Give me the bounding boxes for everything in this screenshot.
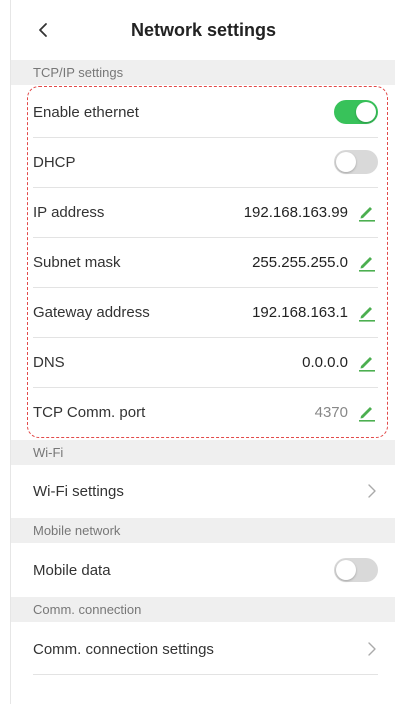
enable-ethernet-toggle[interactable] [334, 100, 378, 124]
dns-row[interactable]: DNS 0.0.0.0 [33, 337, 378, 387]
gateway-row[interactable]: Gateway address 192.168.163.1 [33, 287, 378, 337]
divider [33, 674, 378, 675]
pencil-icon [359, 257, 375, 272]
ip-address-label: IP address [33, 203, 105, 221]
tcp-port-value: 4370 [314, 403, 348, 421]
chevron-right-icon [366, 641, 378, 657]
page-title: Network settings [130, 19, 277, 40]
pencil-icon [359, 207, 375, 222]
edit-gateway-button[interactable] [356, 301, 378, 323]
chevron-right-icon [366, 483, 378, 499]
app-header: Network settings [11, 0, 395, 60]
edit-tcp-port-button[interactable] [356, 401, 378, 423]
subnet-mask-value: 255.255.255.0 [252, 253, 348, 271]
wifi-settings-label: Wi-Fi settings [33, 482, 124, 500]
dns-label: DNS [33, 353, 65, 371]
dhcp-row: DHCP [33, 137, 378, 187]
dhcp-toggle[interactable] [334, 150, 378, 174]
subnet-mask-row[interactable]: Subnet mask 255.255.255.0 [33, 237, 378, 287]
wifi-settings-row[interactable]: Wi-Fi settings [33, 466, 378, 516]
gateway-label: Gateway address [33, 303, 150, 321]
settings-screen: Network settings TCP/IP settings Enable … [10, 0, 395, 704]
edit-subnet-mask-button[interactable] [356, 251, 378, 273]
dns-value: 0.0.0.0 [302, 353, 348, 371]
enable-ethernet-row: Enable ethernet [33, 87, 378, 137]
section-header-wifi: Wi-Fi [11, 440, 395, 465]
pencil-icon [359, 407, 375, 422]
toggle-knob [356, 102, 376, 122]
subnet-mask-label: Subnet mask [33, 253, 121, 271]
comm-connection-settings-label: Comm. connection settings [33, 640, 214, 658]
pencil-icon [359, 357, 375, 372]
mobile-data-row: Mobile data [33, 545, 378, 595]
section-header-mobile: Mobile network [11, 518, 395, 543]
toggle-knob [336, 152, 356, 172]
edit-dns-button[interactable] [356, 351, 378, 373]
tcp-port-label: TCP Comm. port [33, 403, 146, 421]
enable-ethernet-label: Enable ethernet [33, 103, 139, 121]
comm-connection-settings-row[interactable]: Comm. connection settings [33, 624, 378, 674]
section-header-tcpip: TCP/IP settings [11, 60, 395, 85]
toggle-knob [336, 560, 356, 580]
mobile-data-toggle[interactable] [334, 558, 378, 582]
edit-ip-address-button[interactable] [356, 201, 378, 223]
mobile-data-label: Mobile data [33, 561, 111, 579]
section-header-comm: Comm. connection [11, 597, 395, 622]
pencil-icon [359, 307, 375, 322]
tcp-port-row[interactable]: TCP Comm. port 4370 [33, 387, 378, 437]
dhcp-label: DHCP [33, 153, 76, 171]
gateway-value: 192.168.163.1 [252, 303, 348, 321]
ip-address-value: 192.168.163.99 [243, 203, 348, 221]
ip-address-row[interactable]: IP address 192.168.163.99 [33, 187, 378, 237]
